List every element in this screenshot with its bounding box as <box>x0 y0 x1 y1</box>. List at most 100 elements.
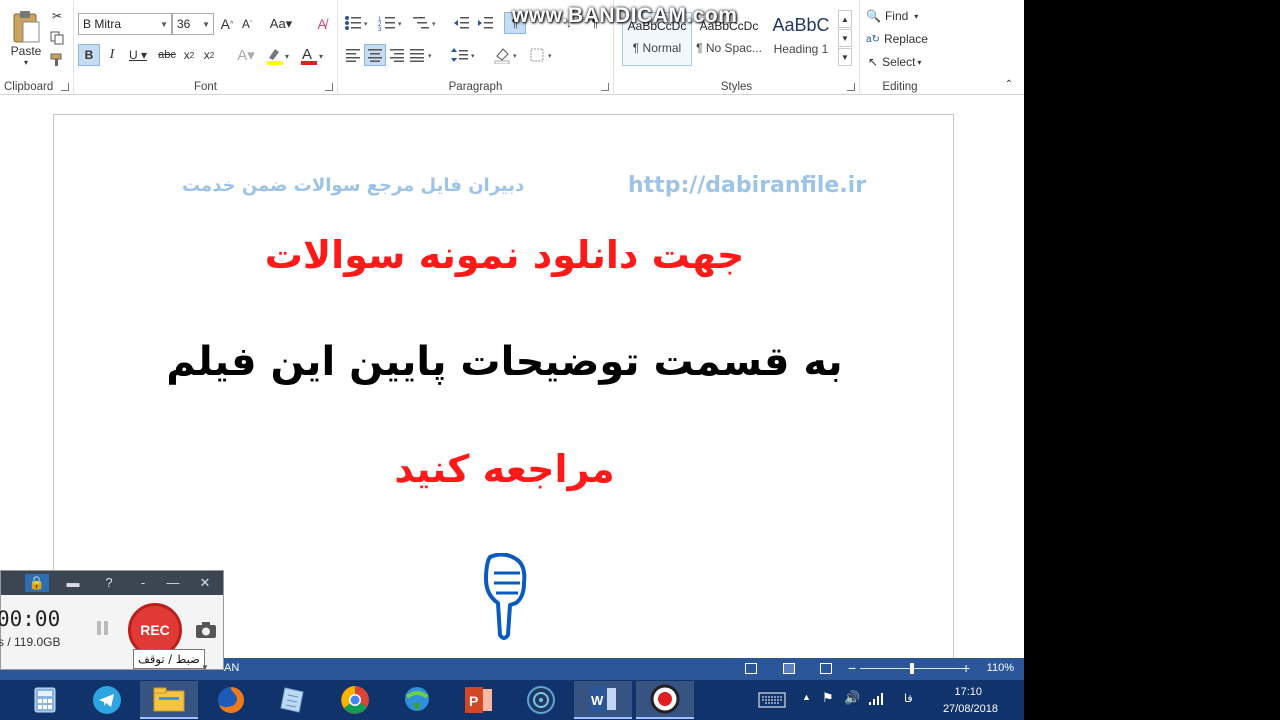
web-layout-icon[interactable] <box>820 663 832 674</box>
svg-text:W: W <box>591 693 604 708</box>
svg-text:▾: ▾ <box>364 21 368 28</box>
clear-formatting-icon[interactable]: A̸ <box>312 14 332 34</box>
bandicam-toolbar: 🔒 ▬ ? - — ✕ <box>1 571 223 595</box>
superscript-button[interactable]: x2 <box>200 44 218 66</box>
font-size-select[interactable]: 36 ▼ <box>172 13 214 35</box>
multilevel-list-icon[interactable]: ▾ <box>410 12 440 34</box>
underline-button[interactable]: U ▾ <box>124 44 152 66</box>
strikethrough-button[interactable]: abc <box>156 44 178 66</box>
collapse-ribbon-icon[interactable]: ⌃ <box>1002 78 1016 90</box>
help-icon[interactable]: ? <box>97 574 121 592</box>
replace-button[interactable]: a↻ Replace <box>866 29 946 49</box>
refer-text: مراجعه کنید <box>394 447 615 491</box>
calculator-icon[interactable] <box>16 681 74 719</box>
media-player-icon[interactable] <box>512 681 570 719</box>
show-hidden-icons-icon[interactable]: ▲ <box>802 692 811 702</box>
clock-time[interactable]: 17:10 <box>954 686 982 698</box>
recording-file-size: s / 119.0GB <box>0 635 61 649</box>
svg-text:▾: ▾ <box>428 53 432 60</box>
format-painter-icon[interactable] <box>49 52 65 68</box>
styles-scroll-down-icon[interactable]: ▼ <box>838 29 852 47</box>
decrease-indent-icon[interactable] <box>450 12 472 34</box>
clock-date[interactable]: 27/08/2018 <box>943 703 998 715</box>
bold-button[interactable]: B <box>78 44 100 66</box>
zoom-slider-thumb[interactable] <box>910 663 914 674</box>
paragraph-launcher-icon[interactable] <box>601 83 609 91</box>
copy-icon[interactable] <box>49 30 65 46</box>
style-heading-1[interactable]: AaBbC Heading 1 <box>766 12 836 66</box>
zoom-out-icon[interactable]: − <box>848 660 856 676</box>
style-heading-1-sample: AaBbC <box>772 15 830 35</box>
increase-indent-icon[interactable] <box>474 12 496 34</box>
shading-icon[interactable]: ▾ <box>492 44 524 66</box>
replace-icon: a↻ <box>866 33 880 45</box>
justify-icon[interactable]: ▾ <box>408 44 438 66</box>
styles-more-icon[interactable]: ▼ <box>838 48 852 66</box>
powerpoint-icon[interactable]: P <box>450 681 508 719</box>
replace-label: Replace <box>883 32 928 46</box>
folder-icon[interactable]: ▬ <box>61 574 85 592</box>
editing-group: 🔍 Find ▾ a↻ Replace ↖ Select ▾ Editing ⌃ <box>860 0 1024 95</box>
header-url-text: http://dabiranfile.ir <box>628 173 867 198</box>
font-group: B Mitra ▼ 36 ▼ A ^ Aˇ Aa▾ A̸ B I U ▾ abc x2… <box>74 0 338 95</box>
keyboard-icon[interactable] <box>758 692 786 708</box>
mini-mode-icon[interactable]: - <box>131 574 155 592</box>
borders-icon[interactable]: ▾ <box>528 44 558 66</box>
font-color-icon[interactable]: A ▾ <box>298 44 328 66</box>
shrink-font-icon[interactable]: Aˇ <box>238 14 256 34</box>
paste-icon <box>13 10 40 42</box>
minimize-icon[interactable]: — <box>161 574 185 592</box>
text-effects-icon[interactable]: A▾ <box>232 44 260 66</box>
svg-text:▾: ▾ <box>471 53 475 60</box>
zoom-level[interactable]: 110% <box>987 662 1014 674</box>
heading-download-text: جهت دانلود نمونه سوالات <box>264 233 745 277</box>
network-signal-icon[interactable] <box>868 692 884 706</box>
svg-text:▾: ▾ <box>398 21 402 28</box>
lock-icon[interactable]: 🔒 <box>25 574 49 592</box>
action-center-flag-icon[interactable]: ⚑ <box>822 690 834 706</box>
telegram-icon[interactable] <box>78 681 136 719</box>
styles-launcher-icon[interactable] <box>847 83 855 91</box>
cut-icon[interactable]: ✂ <box>49 8 65 24</box>
widget-expand-icon[interactable]: ▼ <box>201 663 209 672</box>
close-icon[interactable]: ✕ <box>193 574 217 592</box>
bullets-icon[interactable]: ▾ <box>342 12 372 34</box>
paste-button[interactable]: Paste ▾ <box>6 6 46 70</box>
bandicam-icon[interactable] <box>636 681 694 719</box>
subscript-button[interactable]: x2 <box>180 44 198 66</box>
grow-font-icon[interactable]: A ^ <box>218 14 236 34</box>
numbering-icon[interactable]: 1 2 3 ▾ <box>376 12 406 34</box>
italic-button[interactable]: I <box>102 44 122 66</box>
keyboard-language-indicator[interactable]: فا <box>904 692 913 705</box>
word-icon[interactable]: W <box>574 681 632 719</box>
volume-icon[interactable]: 🔊 <box>844 690 860 706</box>
align-left-icon[interactable] <box>342 44 364 66</box>
align-center-icon[interactable] <box>364 44 386 66</box>
line-spacing-icon[interactable]: ▾ <box>450 44 480 66</box>
read-mode-icon[interactable] <box>745 663 757 674</box>
notepad-icon[interactable] <box>264 681 322 719</box>
idm-icon[interactable] <box>388 681 446 719</box>
zoom-in-icon[interactable]: + <box>962 660 970 676</box>
clipboard-launcher-icon[interactable] <box>61 83 69 91</box>
bandicam-widget: 🔒 ▬ ? - — ✕ 00:00 s / 119.0GB REC ضبط / … <box>0 570 224 672</box>
camera-icon[interactable] <box>195 621 217 639</box>
chrome-icon[interactable] <box>326 681 384 719</box>
select-button[interactable]: ↖ Select ▾ <box>868 52 942 72</box>
clipboard-group: Paste ▾ ✂ Clipboard <box>0 0 74 95</box>
font-launcher-icon[interactable] <box>325 83 333 91</box>
print-layout-icon[interactable] <box>783 663 795 674</box>
find-button[interactable]: 🔍 Find ▾ <box>866 6 932 26</box>
pause-icon[interactable] <box>97 621 109 637</box>
file-explorer-icon[interactable] <box>140 681 198 719</box>
change-case-icon[interactable]: Aa▾ <box>266 14 296 34</box>
highlight-color-icon[interactable]: ▾ <box>264 44 294 66</box>
font-family-value: B Mitra <box>83 17 122 31</box>
watermark-text: www.BANDICAM.com <box>512 4 738 27</box>
language-indicator[interactable]: AN <box>224 662 239 674</box>
font-family-select[interactable]: B Mitra ▼ <box>78 13 172 35</box>
firefox-icon[interactable] <box>202 681 260 719</box>
recording-timer: 00:00 <box>0 607 61 631</box>
styles-scroll-up-icon[interactable]: ▲ <box>838 10 852 28</box>
align-right-icon[interactable] <box>386 44 408 66</box>
